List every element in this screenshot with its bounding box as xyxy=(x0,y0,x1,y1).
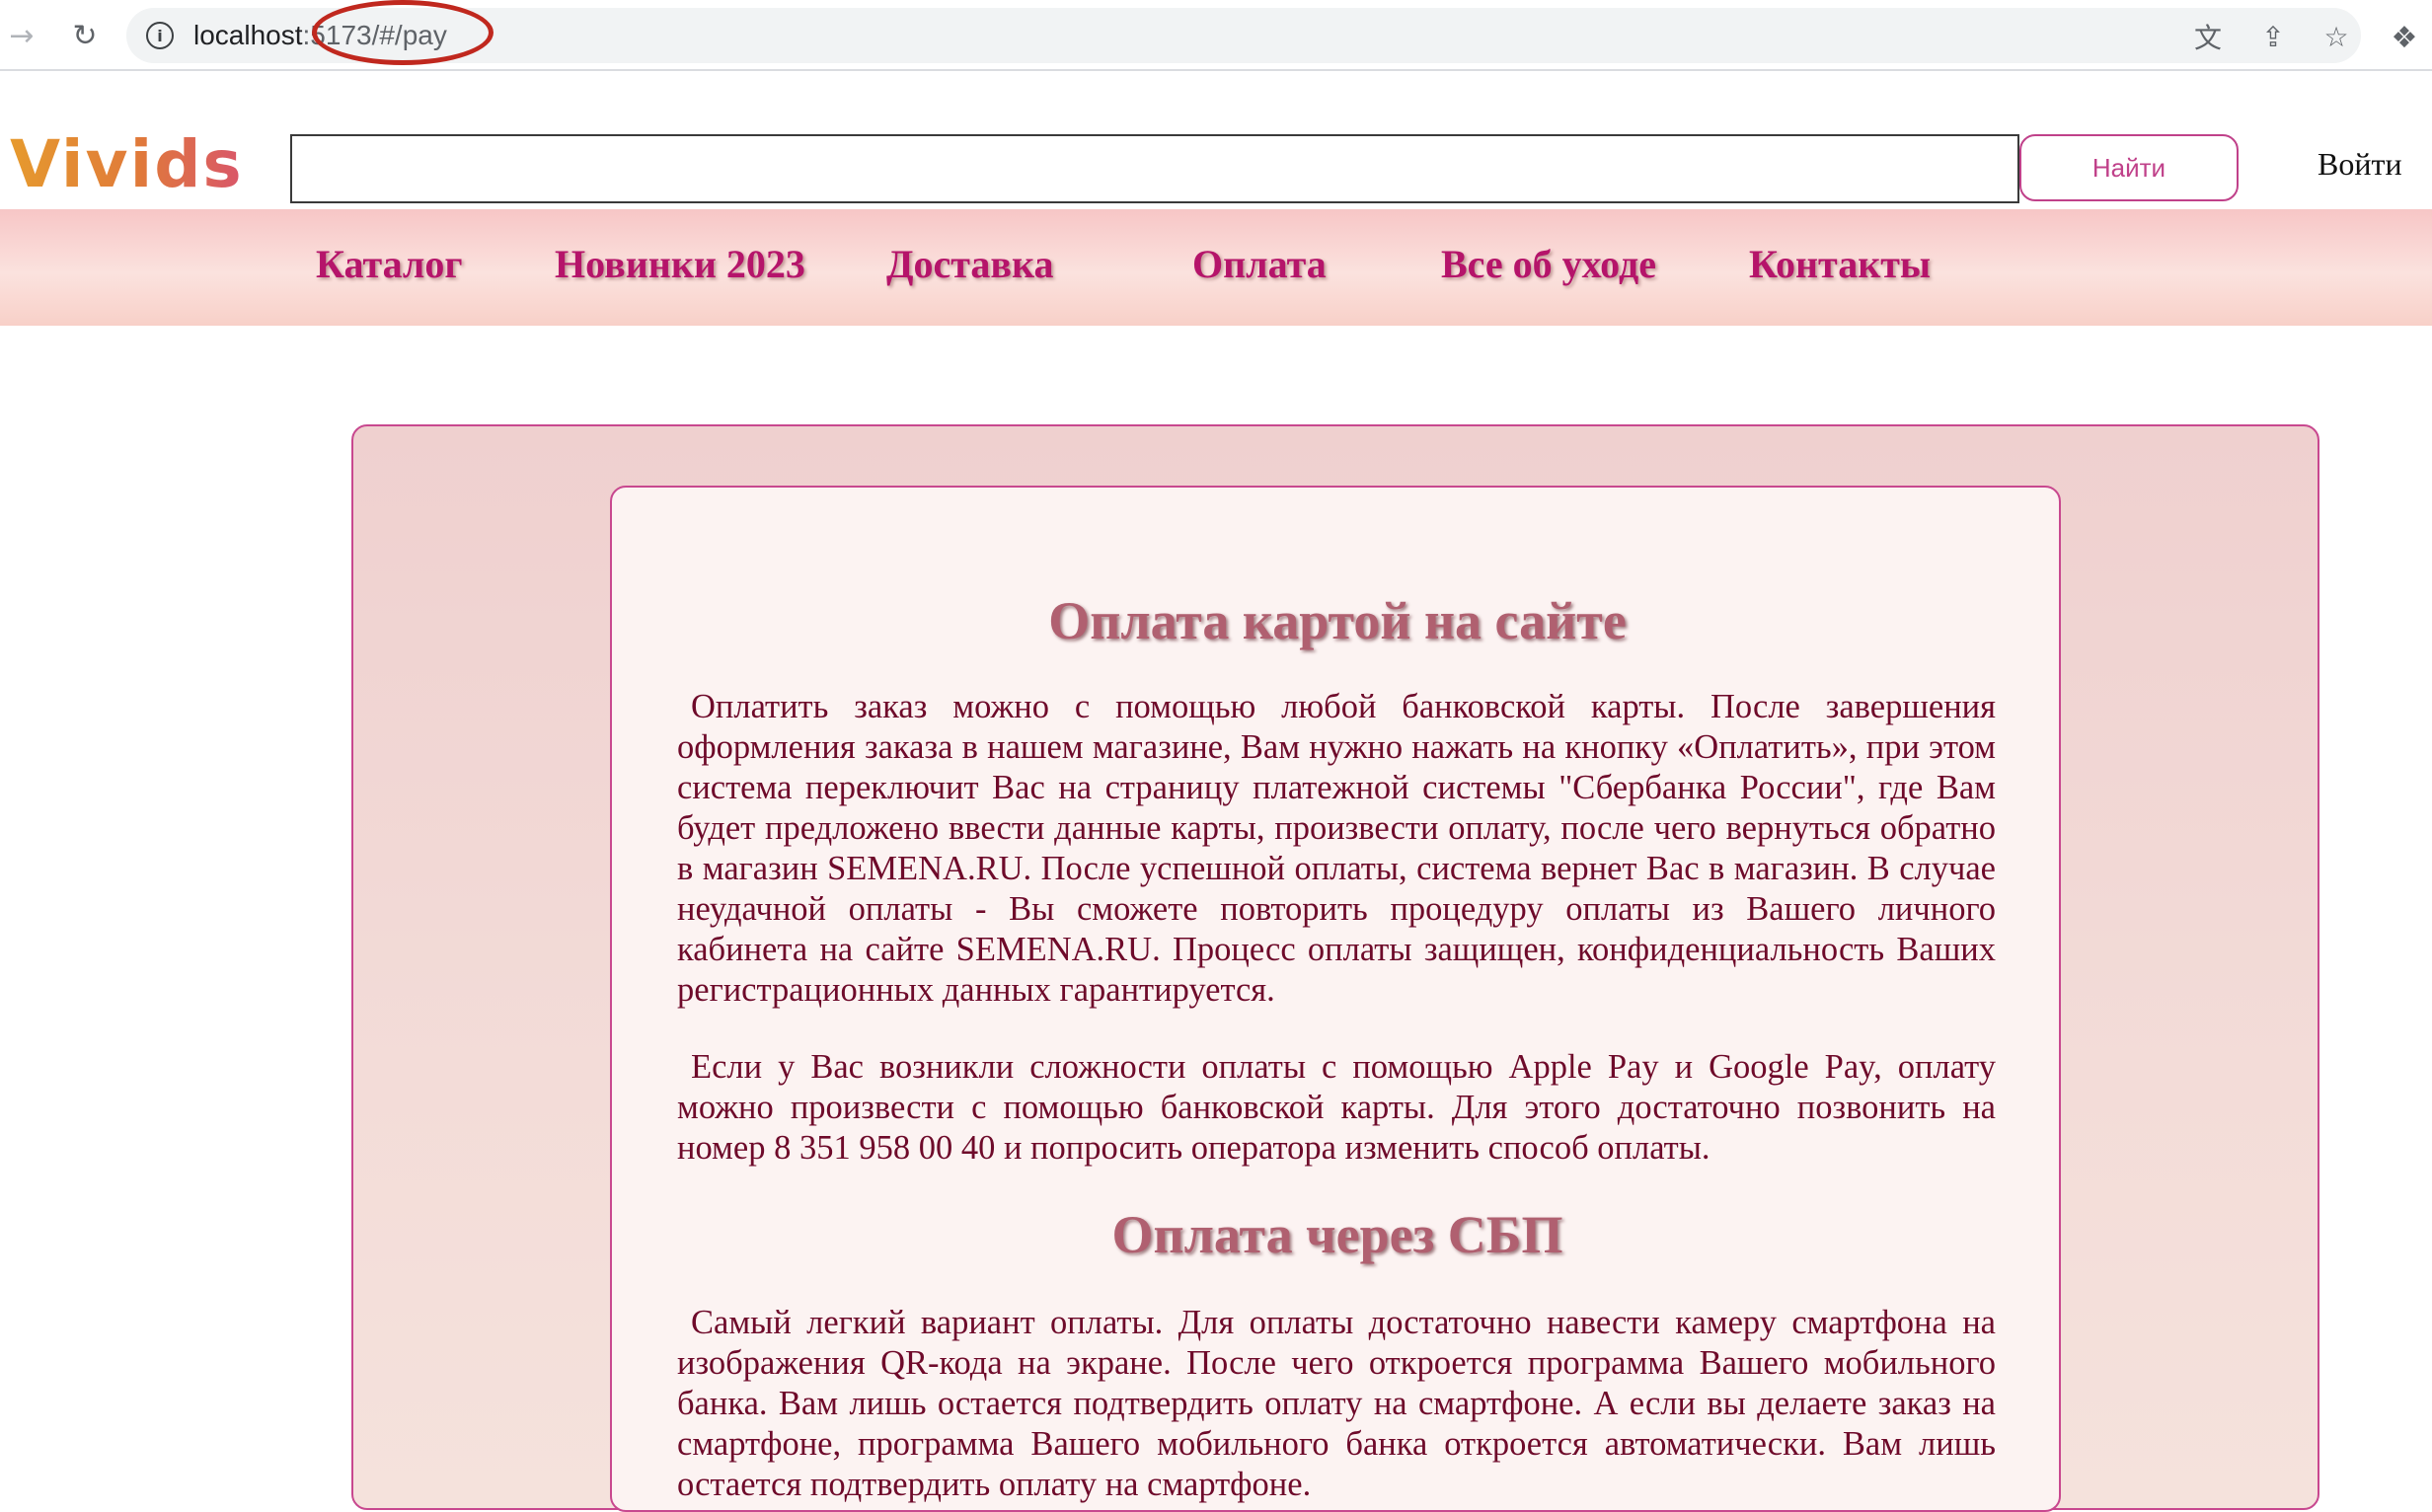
search-input[interactable] xyxy=(290,134,2019,203)
star-icon[interactable]: ☆ xyxy=(2319,20,2353,53)
url-host: localhost xyxy=(193,20,303,50)
paragraph-sbp: Самый легкий вариант оплаты. Для оплаты … xyxy=(677,1304,1996,1503)
back-arrow-icon[interactable]: → xyxy=(0,14,43,57)
main-nav: Каталог Новинки 2023 Доставка Оплата Все… xyxy=(0,209,2432,326)
section-title-sbp: Оплата через СБП xyxy=(1111,1205,1563,1264)
info-icon[interactable]: i xyxy=(146,22,174,49)
share-icon[interactable]: ⇪ xyxy=(2256,20,2290,53)
login-link[interactable]: Войти xyxy=(2318,146,2402,183)
payment-info-card: Оплата картой на сайте Оплатить заказ мо… xyxy=(610,486,2061,1512)
search-button[interactable]: Найти xyxy=(2019,134,2239,201)
paragraph-payment-difficulties: Если у Вас возникли сложности оплаты с п… xyxy=(677,1048,1996,1167)
site-logo[interactable]: Vivids xyxy=(10,126,244,202)
nav-item-contacts[interactable]: Контакты xyxy=(1749,241,1931,287)
nav-item-care[interactable]: Все об уходе xyxy=(1441,241,1656,287)
reload-icon[interactable]: ↻ xyxy=(63,14,107,57)
nav-item-new-2023[interactable]: Новинки 2023 xyxy=(555,241,805,287)
browser-toolbar: → ↻ i localhost:5173/#/pay 文 ⇪ ☆ ❖ xyxy=(0,0,2432,71)
puzzle-icon[interactable]: ❖ xyxy=(2385,18,2424,57)
paragraph-card-payment: Оплатить заказ можно с помощью любой бан… xyxy=(677,688,1996,1009)
nav-item-delivery[interactable]: Доставка xyxy=(886,241,1053,287)
translate-icon[interactable]: 文 xyxy=(2191,20,2225,54)
nav-item-payment[interactable]: Оплата xyxy=(1192,241,1327,287)
url-annotation-circle xyxy=(312,0,494,65)
section-title-card-payment: Оплата картой на сайте xyxy=(1048,591,1627,650)
nav-item-catalog[interactable]: Каталог xyxy=(316,241,463,287)
